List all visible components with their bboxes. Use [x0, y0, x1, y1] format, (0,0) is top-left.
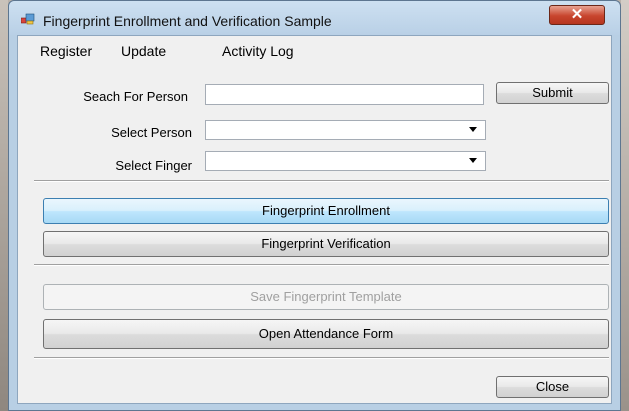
separator	[34, 180, 609, 182]
close-icon: ✕	[570, 6, 584, 23]
desktop-background-right	[621, 0, 629, 411]
open-attendance-form-button[interactable]: Open Attendance Form	[43, 319, 609, 349]
main-window: Fingerprint Enrollment and Verification …	[8, 0, 621, 411]
menu-update[interactable]: Update	[121, 43, 166, 59]
window-close-button[interactable]: ✕	[549, 5, 605, 25]
chevron-down-icon	[469, 158, 477, 163]
select-finger-dropdown[interactable]	[205, 151, 486, 171]
separator	[34, 357, 609, 359]
select-finger-label: Select Finger	[115, 158, 192, 173]
window-title: Fingerprint Enrollment and Verification …	[43, 13, 332, 29]
chevron-down-icon	[469, 127, 477, 132]
desktop-background-left	[0, 0, 8, 411]
title-bar[interactable]: Fingerprint Enrollment and Verification …	[9, 1, 620, 35]
save-fingerprint-template-button: Save Fingerprint Template	[43, 284, 609, 310]
app-icon	[21, 13, 35, 25]
client-area: Register Update Activity Log Seach For P…	[17, 35, 612, 404]
fingerprint-enrollment-button[interactable]: Fingerprint Enrollment	[43, 198, 609, 224]
menu-bar: Register Update Activity Log	[18, 36, 611, 62]
separator	[34, 264, 609, 266]
fingerprint-verification-button[interactable]: Fingerprint Verification	[43, 231, 609, 257]
select-person-dropdown[interactable]	[205, 120, 486, 140]
close-button[interactable]: Close	[496, 376, 609, 398]
submit-button[interactable]: Submit	[496, 82, 609, 104]
search-person-label: Seach For Person	[83, 89, 188, 104]
select-person-label: Select Person	[111, 125, 192, 140]
menu-activity-log[interactable]: Activity Log	[222, 43, 294, 59]
menu-register[interactable]: Register	[40, 43, 92, 59]
search-person-input[interactable]	[205, 84, 484, 105]
